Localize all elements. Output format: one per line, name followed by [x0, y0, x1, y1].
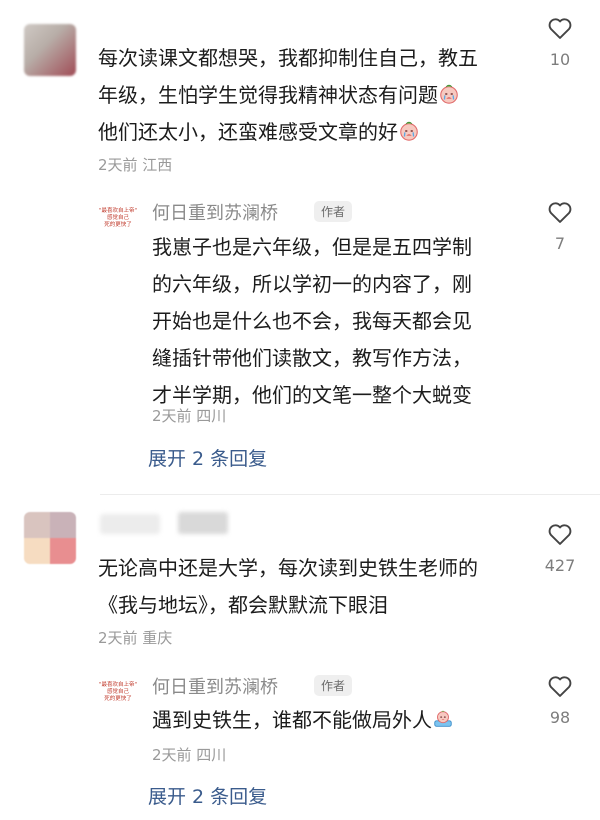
reply-body: 遇到史铁生，谁都不能做局外人	[152, 702, 532, 739]
reply-author-name[interactable]: 何日重到苏澜桥	[152, 673, 278, 699]
like-count: 427	[544, 556, 576, 575]
crying-in-bath-icon	[434, 710, 452, 727]
reply-meta: 2天前 四川	[152, 407, 227, 425]
reply-line: 缝插针带他们读散文，教写作方法，	[152, 346, 472, 370]
reply-meta: 2天前 四川	[152, 746, 227, 764]
author-avatar[interactable]: "最喜欢自上帝" 感觉自己 死的更快了	[98, 672, 138, 712]
reply-line: 我崽子也是六年级，但是是五四学制	[152, 235, 472, 259]
expand-replies-link[interactable]: 展开 2 条回复	[148, 782, 267, 809]
crying-face-icon	[440, 84, 458, 104]
crying-face-icon	[400, 121, 418, 141]
commenter-avatar[interactable]	[24, 24, 76, 76]
like-heart-icon[interactable]	[546, 520, 574, 548]
commenter-avatar[interactable]	[24, 512, 76, 564]
reply-line: 遇到史铁生，谁都不能做局外人	[152, 702, 532, 739]
avatar-text: 死的更快了	[104, 221, 132, 228]
comment-body: 每次读课文都想哭，我都抑制住自己，教五 年级，生怕学生觉得我精神状态有问题 他们…	[98, 40, 528, 151]
comment-line: 他们还太小，还蛮难感受文章的好	[98, 114, 528, 151]
comment-meta: 2天前 江西	[98, 156, 173, 174]
like-heart-icon[interactable]	[546, 672, 574, 700]
author-badge: 作者	[314, 675, 353, 696]
comment-line: 《我与地坛》，都会默默流下眼泪	[98, 593, 388, 617]
comment-meta: 2天前 重庆	[98, 629, 173, 647]
comment-line: 年级，生怕学生觉得我精神状态有问题	[98, 77, 528, 114]
like-heart-icon[interactable]	[546, 14, 574, 42]
reply-line: 的六年级，所以学初一的内容了，刚	[152, 272, 472, 296]
author-badge: 作者	[314, 201, 353, 222]
reply-line: 开始也是什么也不会，我每天都会见	[152, 309, 472, 333]
avatar-text: "最喜欢自上帝"	[98, 681, 138, 688]
reply-body: 我崽子也是六年级，但是是五四学制 的六年级，所以学初一的内容了，刚 开始也是什么…	[152, 229, 532, 414]
blurred-username	[178, 512, 228, 534]
like-count: 10	[549, 50, 571, 69]
divider	[100, 494, 600, 495]
author-avatar[interactable]: "最喜欢自上帝" 感觉自己 死的更快了	[98, 198, 138, 238]
comment-line: 每次读课文都想哭，我都抑制住自己，教五	[98, 46, 478, 70]
avatar-text: "最喜欢自上帝"	[98, 207, 138, 214]
comment-body: 无论高中还是大学，每次读到史铁生老师的 《我与地坛》，都会默默流下眼泪	[98, 550, 528, 624]
like-count: 7	[554, 234, 566, 253]
blurred-username	[100, 514, 160, 534]
like-heart-icon[interactable]	[546, 198, 574, 226]
avatar-text: 死的更快了	[104, 695, 132, 702]
comment-line: 无论高中还是大学，每次读到史铁生老师的	[98, 556, 478, 580]
like-count: 98	[549, 708, 571, 727]
avatar-text: 感觉自己	[106, 688, 129, 695]
reply-author-name[interactable]: 何日重到苏澜桥	[152, 199, 278, 225]
avatar-text: 感觉自己	[106, 214, 129, 221]
expand-replies-link[interactable]: 展开 2 条回复	[148, 444, 267, 471]
